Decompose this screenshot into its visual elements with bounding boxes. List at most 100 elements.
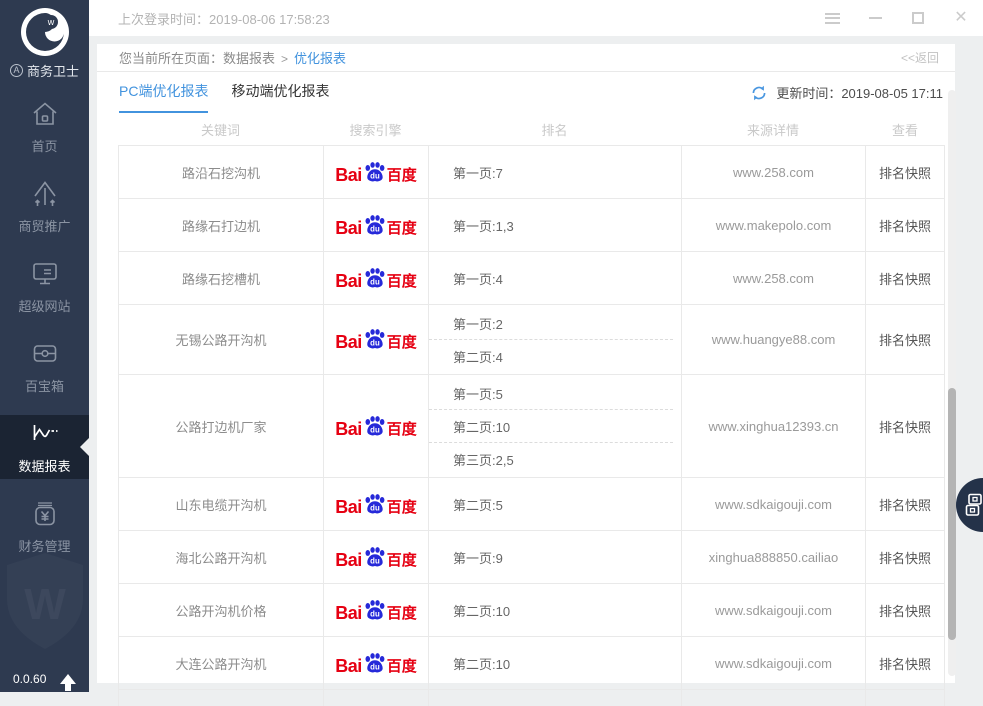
tab-mobile-report[interactable]: 移动端优化报表 (231, 72, 329, 113)
rank-line: 第二页:4 (429, 340, 673, 372)
maximize-button[interactable] (910, 11, 926, 25)
svg-text:du: du (370, 224, 380, 233)
scrollbar-thumb[interactable] (948, 388, 956, 640)
snapshot-link[interactable]: 排名快照 (879, 548, 931, 567)
source-url-cell (681, 690, 865, 706)
baidu-logo-bai: Bai (335, 498, 362, 516)
view-cell: 排名快照 (865, 199, 945, 251)
baidu-logo-cn: 百度 (387, 168, 417, 184)
rank-cell: 第一页:7 (428, 146, 681, 198)
content-panel: 您当前所在页面：数据报表>优化报表 <<返回 PC端优化报表 移动端优化报表 更… (97, 44, 955, 683)
finance-icon (30, 499, 60, 529)
rank-line: 第一页:4 (429, 262, 673, 294)
sidebar-item-website[interactable]: 超级网站 (0, 255, 89, 319)
baidu-paw-icon: du (363, 161, 386, 184)
snapshot-link[interactable]: 排名快照 (879, 601, 931, 620)
brand-name: 商务卫士 (27, 61, 79, 80)
keyword-cell: 路沿石挖沟机 (118, 146, 323, 198)
snapshot-link[interactable]: 排名快照 (879, 417, 931, 436)
rank-cell: 第一页:9 (428, 531, 681, 583)
keyword-cell (118, 690, 323, 706)
keyword-cell: 海北公路开沟机 (118, 531, 323, 583)
menu-button[interactable] (824, 11, 840, 25)
maximize-icon (912, 12, 924, 24)
source-url-cell: www.xinghua12393.cn (681, 375, 865, 477)
snapshot-link[interactable]: 排名快照 (879, 216, 931, 235)
snapshot-link[interactable]: 排名快照 (879, 330, 931, 349)
shield-watermark-icon: W (1, 551, 89, 656)
snapshot-link[interactable]: 排名快照 (879, 163, 931, 182)
report-icon (30, 419, 60, 449)
svg-text:du: du (370, 171, 380, 180)
sidebar-item-home[interactable]: 首页 (0, 95, 89, 159)
rank-line: 第一页:9 (429, 541, 673, 573)
qr-floating-button[interactable] (956, 478, 983, 532)
table-header-row: 关键词搜索引擎排名来源详情查看 (118, 113, 945, 145)
view-cell: 排名快照 (865, 637, 945, 689)
baidu-logo-bai: Bai (335, 420, 362, 438)
view-cell: 排名快照 (865, 478, 945, 530)
view-cell: 排名快照 (865, 252, 945, 304)
sidebar-item-report[interactable]: 数据报表 (0, 415, 89, 479)
snapshot-link[interactable]: 排名快照 (879, 495, 931, 514)
baidu-logo-bai: Bai (335, 604, 362, 622)
source-url-cell: www.sdkaigouji.com (681, 478, 865, 530)
snapshot-link[interactable]: 排名快照 (879, 269, 931, 288)
column-header: 搜索引擎 (323, 113, 428, 145)
report-table: 关键词搜索引擎排名来源详情查看 路沿石挖沟机 Bai du 百度 第一页:7ww… (118, 113, 945, 706)
baidu-logo-cn: 百度 (387, 335, 417, 351)
minimize-icon (869, 17, 882, 19)
engine-cell: Bai du 百度 (323, 584, 428, 636)
sidebar-item-label: 数据报表 (18, 456, 70, 475)
baidu-logo: Bai du 百度 (335, 214, 417, 237)
view-cell: 排名快照 (865, 531, 945, 583)
column-header: 关键词 (118, 113, 323, 145)
column-header: 查看 (865, 113, 945, 145)
update-arrow-icon[interactable] (60, 674, 76, 684)
view-cell: 排名快照 (865, 146, 945, 198)
rank-line: 第二页:5 (429, 488, 673, 520)
qr-icon (965, 493, 983, 517)
engine-cell: Bai du 百度 (323, 531, 428, 583)
baidu-logo-bai: Bai (335, 272, 362, 290)
source-url-cell: www.258.com (681, 146, 865, 198)
baidu-logo-cn: 百度 (387, 221, 417, 237)
brand: A 商务卫士 (0, 61, 89, 80)
svg-text:du: du (370, 425, 380, 434)
engine-cell: Bai du 百度 (323, 478, 428, 530)
source-url-cell: www.sdkaigouji.com (681, 584, 865, 636)
table-row: 公路打边机厂家 Bai du 百度 第一页:5第二页:10第三页:2,5www.… (118, 375, 945, 478)
refresh-button[interactable] (750, 84, 768, 102)
sidebar-item-promotion[interactable]: 商贸推广 (0, 175, 89, 239)
baidu-paw-icon: du (363, 267, 386, 290)
baidu-logo: Bai du 百度 (335, 599, 417, 622)
source-url-cell: xinghua888850.cailiao (681, 531, 865, 583)
table-row: 海北公路开沟机 Bai du 百度 第一页:9xinghua888850.cai… (118, 531, 945, 584)
source-url-cell: www.sdkaigouji.com (681, 637, 865, 689)
keyword-cell: 路缘石挖槽机 (118, 252, 323, 304)
sidebar-item-toolbox[interactable]: 百宝箱 (0, 335, 89, 399)
baidu-logo-cn: 百度 (387, 553, 417, 569)
svg-text:du: du (370, 662, 380, 671)
tab-pc-report[interactable]: PC端优化报表 (119, 72, 208, 113)
baidu-paw-icon: du (363, 493, 386, 516)
rank-line: 第二页:10 (429, 594, 673, 626)
close-button[interactable]: ✕ (953, 11, 969, 25)
baidu-logo-bai: Bai (335, 166, 362, 184)
svg-text:du: du (370, 609, 380, 618)
breadcrumb: 您当前所在页面：数据报表>优化报表 <<返回 (97, 44, 955, 72)
sidebar-item-finance[interactable]: 财务管理 (0, 495, 89, 559)
rank-line: 第一页:7 (429, 156, 673, 188)
view-cell: 排名快照 (865, 305, 945, 374)
engine-cell: Bai du 百度 (323, 375, 428, 477)
back-link[interactable]: <<返回 (901, 49, 939, 66)
breadcrumb-current[interactable]: 优化报表 (294, 51, 346, 66)
window-topbar: 上次登录时间：2019-08-06 17:58:23 ✕ (89, 0, 983, 36)
minimize-button[interactable] (867, 11, 883, 25)
snapshot-link[interactable]: 排名快照 (879, 654, 931, 673)
rank-cell: 第一页:5第二页:10第三页:2,5 (428, 375, 681, 477)
baidu-logo: Bai du 百度 (335, 415, 417, 438)
rank-line: 第三页:2,5 (429, 443, 673, 475)
tabs-row: PC端优化报表 移动端优化报表 更新时间：2019-08-05 17:11 (97, 72, 955, 113)
source-url-cell: www.makepolo.com (681, 199, 865, 251)
